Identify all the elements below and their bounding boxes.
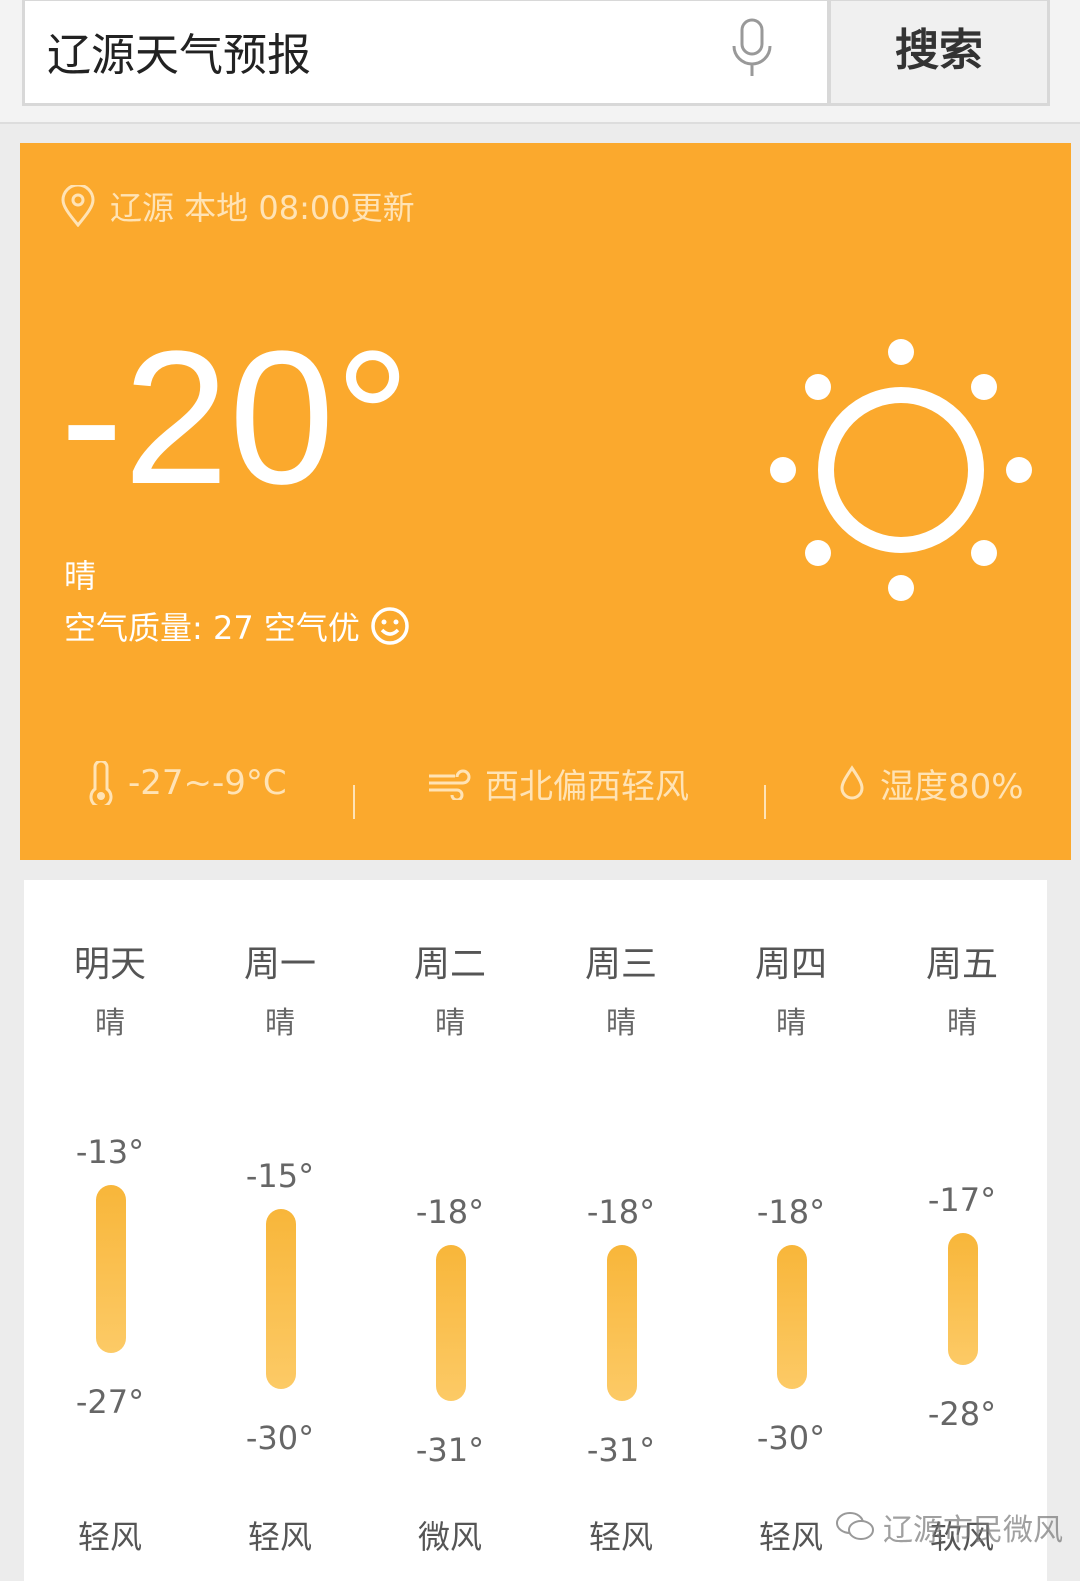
microphone-icon[interactable] bbox=[730, 18, 774, 78]
wind-icon bbox=[429, 769, 471, 800]
forecast-panel: 明天 晴 -13° -27° 轻风 周一 晴 -15° -30° 轻风 周二 晴 -… bbox=[24, 880, 1047, 1581]
day-label: 周四 bbox=[754, 944, 827, 985]
temp-range-bar bbox=[948, 1233, 978, 1365]
temp-range-bar bbox=[777, 1245, 807, 1389]
thermometer-icon bbox=[89, 761, 113, 805]
low-temp: -27° bbox=[75, 1383, 145, 1421]
wind: 西北偏西轻风 bbox=[427, 759, 689, 808]
day-wind: 轻风 bbox=[588, 1518, 653, 1556]
day-condition: 晴 bbox=[265, 1006, 295, 1041]
location-line: 辽源 本地 08:00更新 bbox=[60, 183, 415, 229]
search-button[interactable]: 搜索 bbox=[828, 0, 1050, 106]
location-text: 辽源 本地 08:00更新 bbox=[110, 189, 415, 227]
day-label: 周五 bbox=[925, 944, 998, 985]
temp-range-bar bbox=[266, 1209, 296, 1389]
smiley-icon bbox=[371, 607, 409, 645]
temp-range-text: -27~-9°C bbox=[128, 763, 287, 803]
current-weather-card: 辽源 本地 08:00更新 -20° 晴 空气质量: 27 空气优 -27~-9… bbox=[20, 143, 1071, 860]
humidity: 湿度80% bbox=[838, 759, 1024, 808]
high-temp: -18° bbox=[586, 1193, 656, 1231]
search-input[interactable]: 辽源天气预报 bbox=[22, 0, 830, 106]
search-query: 辽源天气预报 bbox=[47, 30, 311, 81]
temp-range-bar bbox=[96, 1185, 126, 1353]
day-condition: 晴 bbox=[776, 1006, 806, 1041]
day-wind: 微风 bbox=[417, 1518, 482, 1556]
sun-icon bbox=[770, 339, 1032, 601]
day-condition: 晴 bbox=[947, 1006, 977, 1041]
air-quality-text: 空气质量: 27 空气优 bbox=[64, 609, 360, 647]
humidity-text: 湿度80% bbox=[880, 766, 1024, 807]
search-bar: 辽源天气预报 搜索 bbox=[0, 0, 1080, 124]
high-temp: -13° bbox=[75, 1133, 145, 1171]
day-label: 周二 bbox=[413, 944, 486, 985]
wechat-icon bbox=[836, 1512, 874, 1540]
water-drop-icon bbox=[840, 765, 864, 800]
low-temp: -30° bbox=[245, 1419, 315, 1457]
high-temp: -18° bbox=[756, 1193, 826, 1231]
day-condition: 晴 bbox=[606, 1006, 636, 1041]
low-temp: -31° bbox=[586, 1431, 656, 1469]
temp-range-bar bbox=[607, 1245, 637, 1401]
low-temp: -28° bbox=[927, 1395, 997, 1433]
low-temp: -31° bbox=[415, 1431, 485, 1469]
divider bbox=[353, 785, 355, 819]
day-label: 明天 bbox=[73, 944, 146, 985]
day-wind: 轻风 bbox=[247, 1518, 312, 1556]
day-wind: 轻风 bbox=[77, 1518, 142, 1556]
high-temp: -18° bbox=[415, 1193, 485, 1231]
watermark: 辽源市民微风 bbox=[835, 1505, 1063, 1549]
watermark-text: 辽源市民微风 bbox=[883, 1513, 1063, 1548]
day-label: 周三 bbox=[584, 944, 657, 985]
current-condition: 晴 bbox=[64, 557, 97, 595]
high-temp: -17° bbox=[927, 1181, 997, 1219]
wind-text: 西北偏西轻风 bbox=[485, 766, 689, 807]
day-label: 周一 bbox=[243, 944, 316, 985]
current-temperature: -20° bbox=[60, 312, 411, 524]
air-quality: 空气质量: 27 空气优 bbox=[64, 603, 410, 649]
divider bbox=[764, 785, 766, 819]
day-condition: 晴 bbox=[435, 1006, 465, 1041]
location-pin-icon bbox=[61, 185, 95, 227]
temp-range-bar bbox=[436, 1245, 466, 1401]
low-temp: -30° bbox=[756, 1419, 826, 1457]
temp-range: -27~-9°C bbox=[88, 761, 287, 805]
high-temp: -15° bbox=[245, 1157, 315, 1195]
day-condition: 晴 bbox=[95, 1006, 125, 1041]
